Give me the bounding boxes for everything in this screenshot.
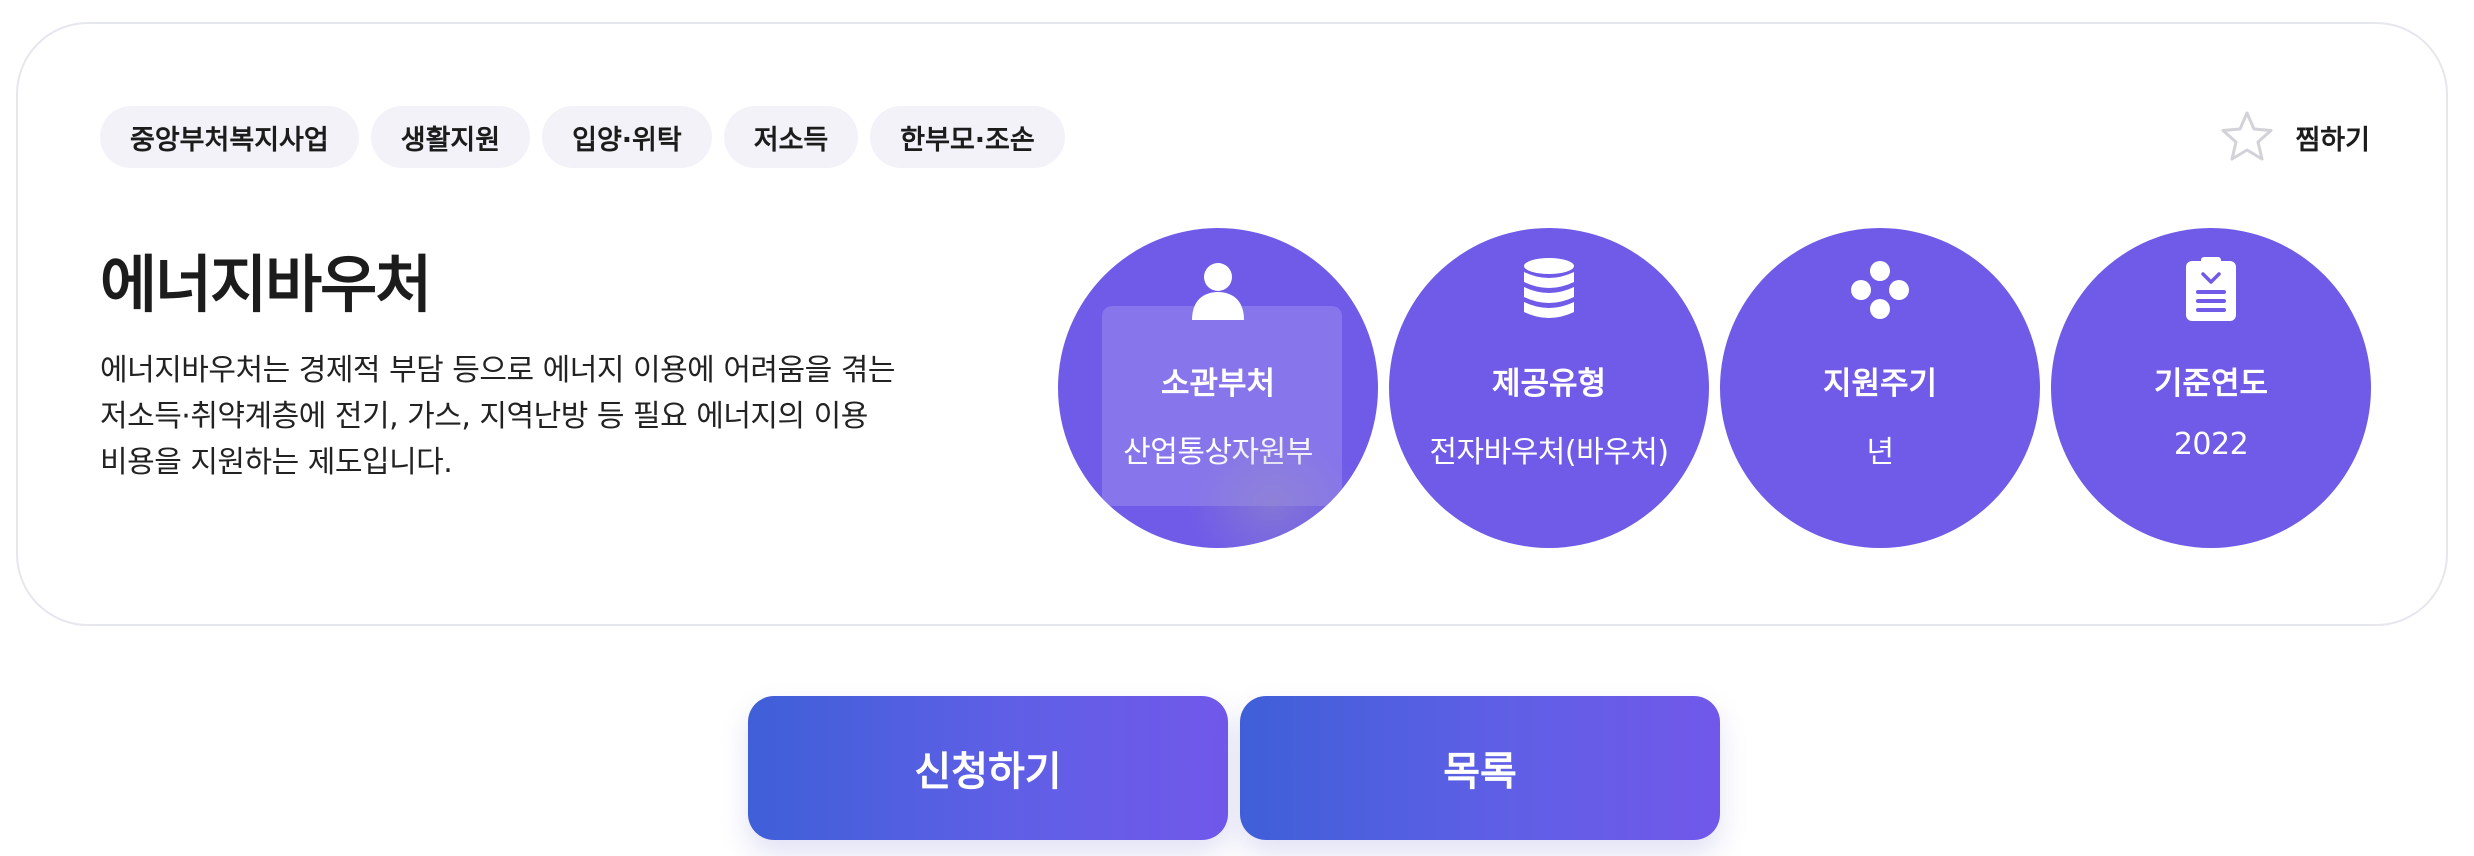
tag-list: 중앙부처복지사업 생활지원 입양·위탁 저소득 한부모·조손 xyxy=(100,106,1065,168)
info-circle-support-cycle: 지원주기 년 xyxy=(1720,228,2040,548)
star-outline-icon xyxy=(2219,110,2275,164)
info-circles: 소관부처 산업통상자원부 제공유형 전자바우처(바우처) 지원주기 년 기준연도… xyxy=(1058,228,2371,548)
favorite-label: 찜하기 xyxy=(2295,124,2370,156)
info-circle-department: 소관부처 산업통상자원부 xyxy=(1058,228,1378,548)
info-circle-provision-type: 제공유형 전자바우처(바우처) xyxy=(1389,228,1709,548)
info-label: 제공유형 xyxy=(1491,366,1607,402)
tag[interactable]: 중앙부처복지사업 xyxy=(100,106,359,168)
info-label: 소관부처 xyxy=(1160,366,1276,402)
tag[interactable]: 저소득 xyxy=(723,106,859,168)
info-circle-base-year: 기준연도 2022 xyxy=(2051,228,2371,548)
document-icon xyxy=(2184,254,2238,326)
service-card: 중앙부처복지사업 생활지원 입양·위탁 저소득 한부모·조손 찜하기 에너지바우… xyxy=(16,22,2448,626)
action-buttons: 신청하기 목록 xyxy=(748,696,1720,840)
cycle-dots-icon xyxy=(1848,254,1912,326)
info-value: 2022 xyxy=(2173,427,2249,462)
info-label: 지원주기 xyxy=(1822,366,1938,402)
person-icon xyxy=(1186,254,1250,326)
list-button[interactable]: 목록 xyxy=(1240,696,1720,840)
tag[interactable]: 입양·위탁 xyxy=(542,106,712,168)
info-value: 전자바우처(바우처) xyxy=(1429,435,1669,470)
service-description: 에너지바우처는 경제적 부담 등으로 에너지 이용에 어려움을 겪는 저소득·취… xyxy=(100,353,895,480)
favorite-button[interactable]: 찜하기 xyxy=(2219,110,2370,164)
page-title: 에너지바우처 xyxy=(100,248,432,321)
info-value: 년 xyxy=(1866,435,1894,470)
tag[interactable]: 생활지원 xyxy=(370,106,531,168)
info-value: 산업통상자원부 xyxy=(1123,435,1313,470)
info-label: 기준연도 xyxy=(2153,366,2269,402)
tag[interactable]: 한부모·조손 xyxy=(870,106,1065,168)
apply-button[interactable]: 신청하기 xyxy=(748,696,1228,840)
database-icon xyxy=(1522,254,1576,326)
